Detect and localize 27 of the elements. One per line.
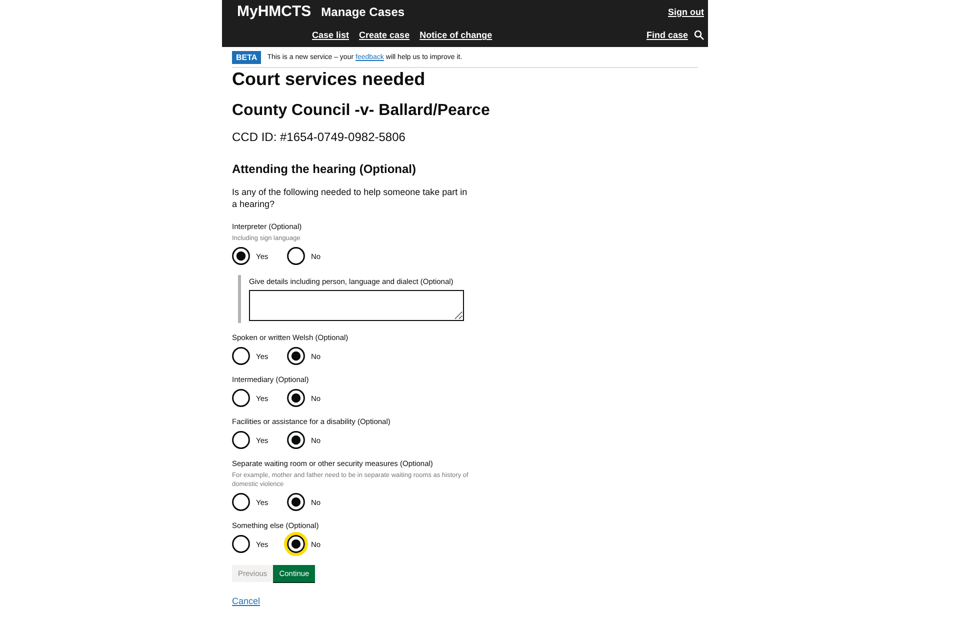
radio-button[interactable] (232, 389, 250, 407)
radio-button[interactable] (287, 389, 305, 407)
nav-link[interactable]: Case list (312, 30, 350, 40)
radio-button[interactable] (232, 535, 250, 553)
radio-button[interactable] (232, 493, 250, 511)
radio-button[interactable] (232, 431, 250, 449)
intro-text: Is any of the following needed to help someone take part in a hearing? (232, 186, 468, 210)
radio-button[interactable] (232, 347, 250, 365)
logo: MyHMCTS (237, 3, 312, 20)
radio-button[interactable] (287, 247, 305, 265)
details-field[interactable] (249, 290, 464, 321)
radio-button[interactable] (287, 431, 305, 449)
page-title: Court services needed (232, 69, 426, 90)
beta-tag: BETA (232, 50, 262, 64)
nav-link[interactable]: Create case (359, 30, 410, 40)
find-case-link[interactable]: Find case (646, 30, 688, 40)
radio-button[interactable] (232, 247, 250, 265)
search-icon[interactable] (694, 30, 704, 40)
case-title: County Council -v- Ballard/Pearce (232, 102, 491, 120)
sign-out-link[interactable]: Sign out (668, 6, 704, 17)
case-id: CCD ID: #1654-0749-0982-5806 (232, 130, 406, 144)
cancel-link[interactable]: Cancel (232, 596, 260, 606)
radio-button[interactable] (287, 347, 305, 365)
service-name: Manage Cases (321, 4, 405, 19)
section-title: Attending the hearing (Optional) (232, 162, 417, 176)
radio-button[interactable] (287, 493, 305, 511)
nav-link[interactable]: Notice of change (420, 30, 492, 40)
